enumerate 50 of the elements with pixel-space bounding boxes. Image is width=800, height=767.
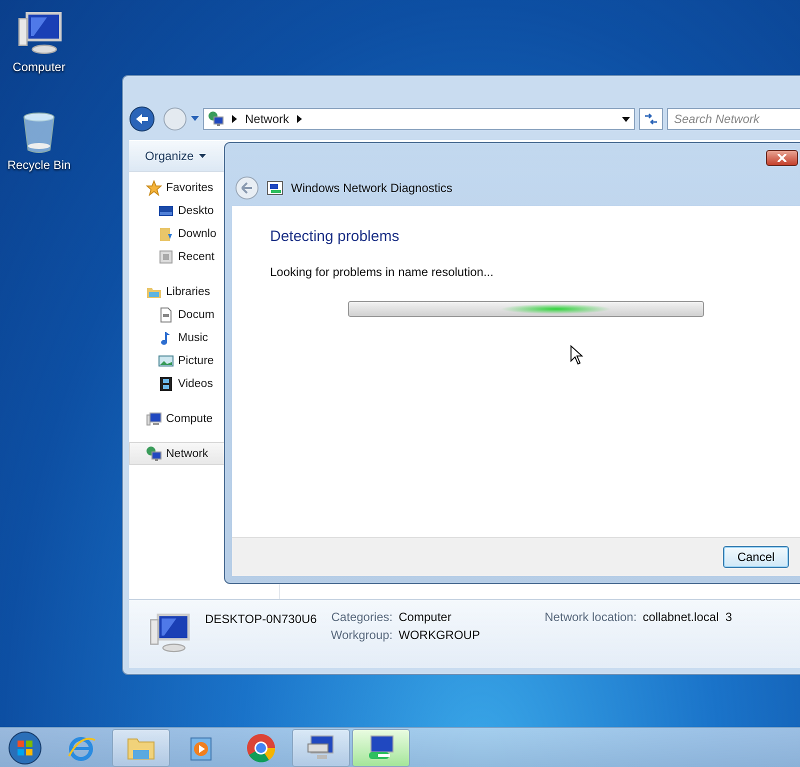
sidebar-item[interactable]: Recent <box>129 245 279 268</box>
detail-value: Computer <box>398 610 452 624</box>
sidebar-item[interactable]: Favorites <box>129 176 279 199</box>
dialog-title: Windows Network Diagnostics <box>291 181 452 195</box>
desktop-icon-label[interactable]: Recycle Bin <box>7 158 71 172</box>
cancel-button[interactable]: Cancel <box>723 546 789 568</box>
detail-value: collabnet.local 3 <box>642 610 732 624</box>
refresh-button[interactable] <box>639 108 663 130</box>
network-icon <box>208 111 224 127</box>
breadcrumb-item[interactable]: Network <box>245 112 290 126</box>
recent-places-icon <box>158 248 174 264</box>
detail-label: Categories: <box>330 610 393 624</box>
sidebar-item[interactable]: Libraries <box>129 280 279 303</box>
desktop-icon-label[interactable]: Computer <box>12 60 66 74</box>
computer-icon <box>146 410 162 426</box>
sidebar-item[interactable]: Music <box>129 326 279 349</box>
picture-icon <box>158 352 174 368</box>
chrome-icon <box>245 732 277 764</box>
download-folder-icon <box>158 226 174 242</box>
taskbar-button[interactable] <box>352 728 410 766</box>
document-icon <box>158 306 174 322</box>
sidebar-item[interactable]: Docum <box>129 303 279 326</box>
detail-value: WORKGROUP <box>398 628 481 642</box>
sidebar-item[interactable]: Picture <box>129 349 279 372</box>
film-icon <box>158 376 174 392</box>
mouse-cursor-icon <box>570 345 584 365</box>
close-button[interactable] <box>766 150 798 166</box>
address-bar[interactable]: Network <box>203 108 635 130</box>
sidebar-item[interactable]: Compute <box>129 407 279 430</box>
caret-icon <box>198 154 206 158</box>
sidebar-item[interactable]: Videos <box>129 372 279 395</box>
close-icon <box>777 154 787 162</box>
taskbar-button[interactable] <box>292 728 350 766</box>
breadcrumb-arrow-icon <box>297 115 302 123</box>
detail-label: Workgroup: <box>330 628 393 642</box>
network-diagnostics-icon <box>267 181 283 195</box>
status-text: Looking for problems in name resolution... <box>270 265 494 279</box>
start-orb-icon[interactable] <box>8 730 42 764</box>
recycle-bin-icon <box>21 112 57 154</box>
detail-label: Network location: <box>544 610 637 624</box>
star-icon <box>146 180 162 196</box>
computer-name: DESKTOP-0N730U6 <box>205 612 317 626</box>
search-field[interactable]: Search Network <box>667 108 800 130</box>
dropdown-arrow-icon[interactable] <box>622 116 630 122</box>
history-dropdown-icon[interactable] <box>191 116 199 122</box>
network-icon <box>146 446 162 462</box>
breadcrumb-arrow-icon <box>232 115 237 123</box>
sidebar-item[interactable]: Deskto <box>129 199 279 222</box>
organize-menu-button[interactable]: Organize <box>137 146 214 166</box>
dialog-heading: Detecting problems <box>270 228 400 245</box>
